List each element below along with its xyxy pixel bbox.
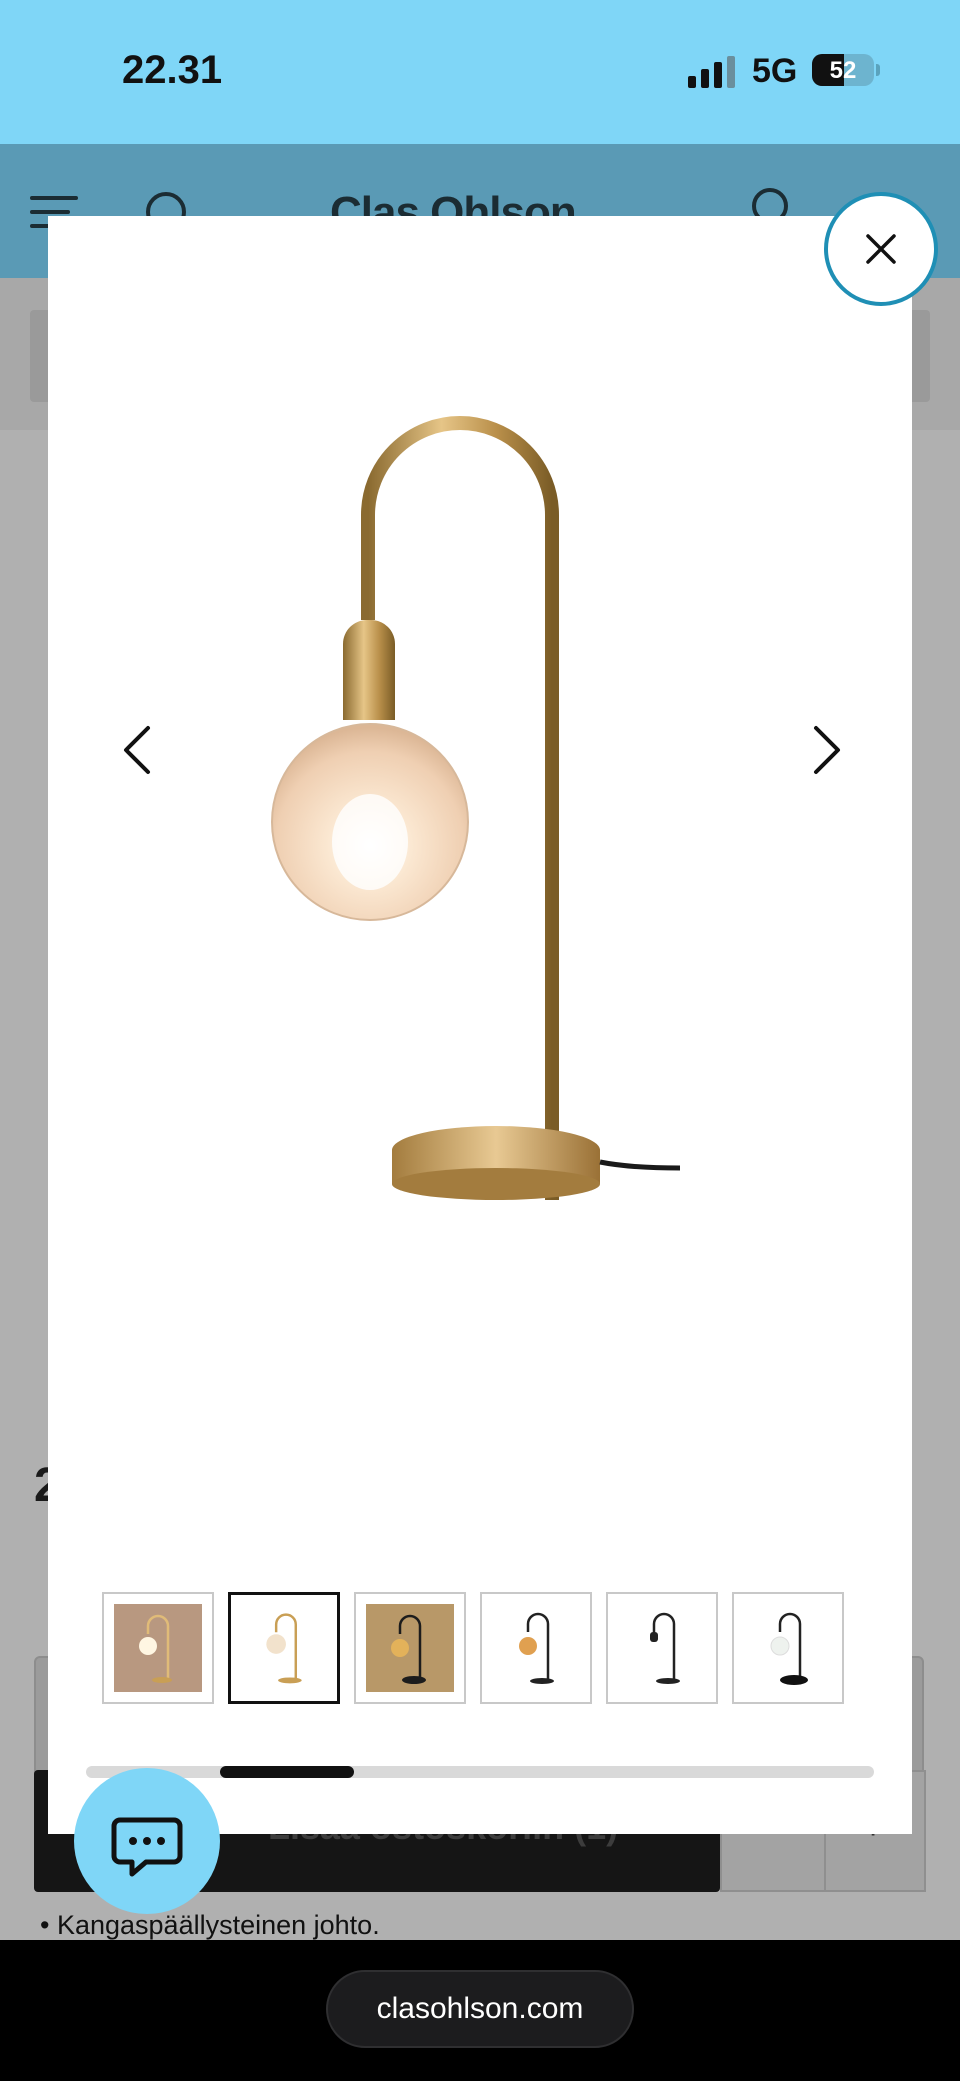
close-icon (866, 234, 896, 264)
main-product-image (271, 416, 681, 1200)
chevron-right-icon[interactable] (794, 710, 854, 790)
status-bar: 22.31 5G 52 (0, 0, 960, 144)
thumbnail-6[interactable] (732, 1592, 844, 1704)
thumbnail-1[interactable] (102, 1592, 214, 1704)
cellular-signal-icon (688, 56, 736, 88)
thumbnail-3[interactable] (354, 1592, 466, 1704)
status-time: 22.31 (122, 48, 223, 92)
chat-button[interactable] (74, 1768, 220, 1914)
chevron-left-icon[interactable] (110, 710, 170, 790)
thumbnail-image-black-lamp-amber (492, 1604, 580, 1692)
address-bar-url: clasohlson.com (376, 1992, 584, 2025)
thumbnail-image-black-lamp-beige (366, 1604, 454, 1692)
battery-cap (876, 64, 880, 76)
battery-level: 52 (829, 57, 857, 84)
thumbnail-2[interactable] (228, 1592, 340, 1704)
product-feature-item: • Kangaspäällysteinen johto. (40, 1910, 380, 1940)
thumbnail-strip (102, 1592, 846, 1704)
thumbnail-image-black-lamp-clear (744, 1604, 832, 1692)
thumbnail-image-lit-lamp (114, 1604, 202, 1692)
chat-bubble-icon (111, 1817, 183, 1877)
thumbnail-image-black-lamp-empty (618, 1604, 706, 1692)
battery-icon: 52 (812, 54, 874, 86)
thumbnail-4[interactable] (480, 1592, 592, 1704)
close-button[interactable] (824, 192, 938, 306)
network-type: 5G (752, 52, 798, 90)
thumbnail-5[interactable] (606, 1592, 718, 1704)
thumbnail-image-brass-lamp (240, 1604, 328, 1692)
product-feature-text: Kangaspäällysteinen johto. (56, 1910, 380, 1940)
scrollbar-thumb[interactable] (219, 1766, 354, 1778)
image-gallery-modal (48, 216, 912, 1834)
